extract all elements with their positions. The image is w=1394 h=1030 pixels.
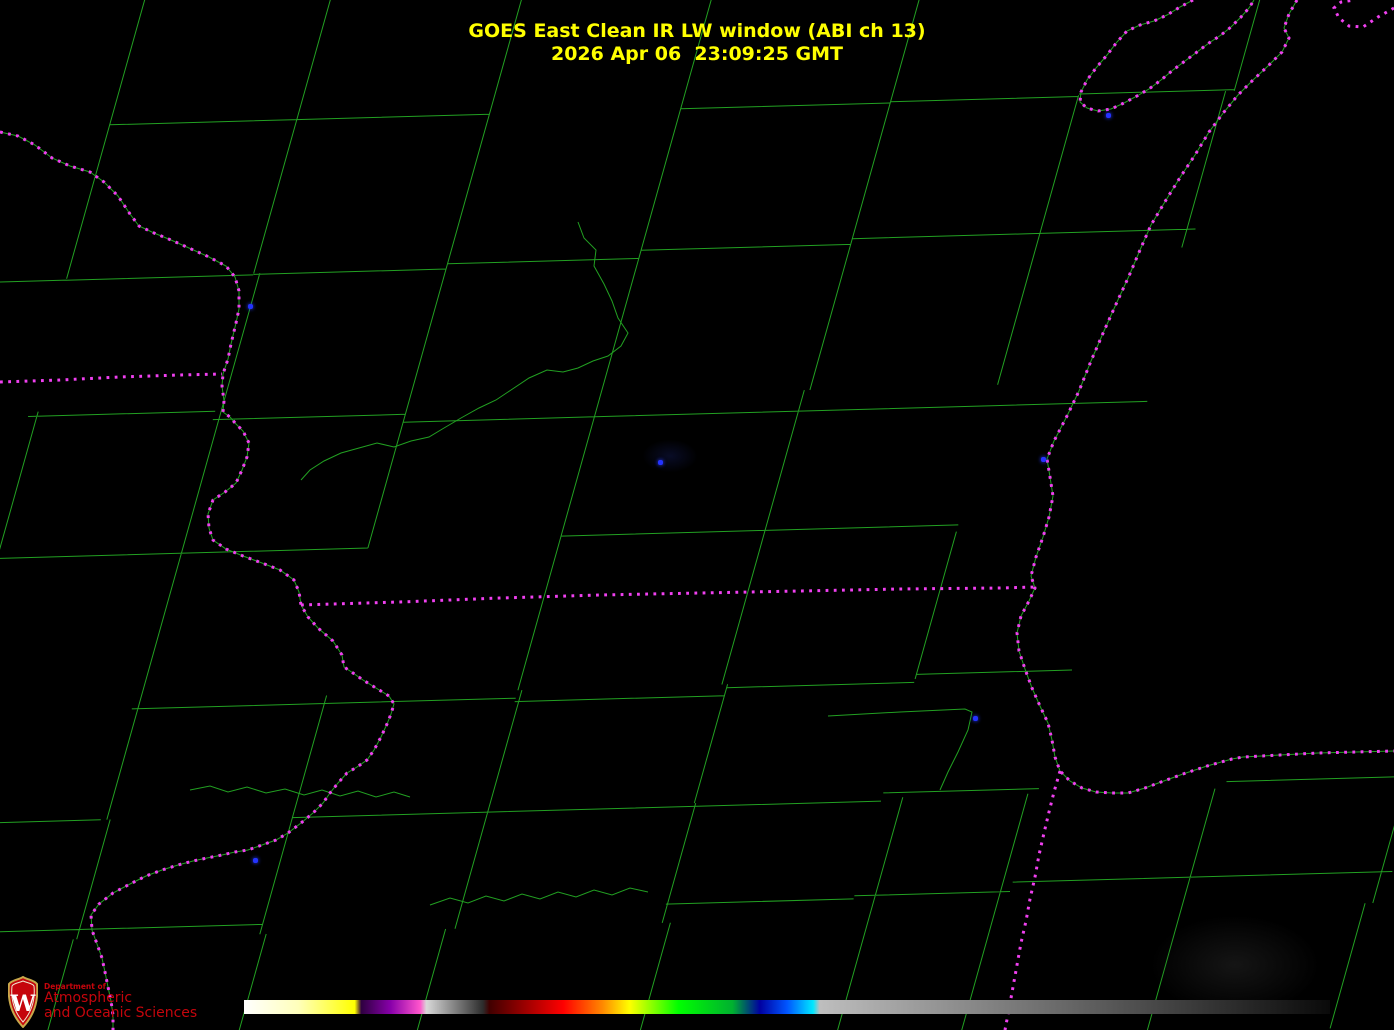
wisconsin-river	[300, 221, 629, 481]
mississippi-river	[0, 130, 396, 1030]
map-canvas	[0, 0, 1394, 1030]
il-in-border	[1003, 770, 1062, 1030]
lake-michigan-shore	[1015, 0, 1394, 795]
image-title: GOES East Clean IR LW window (ABI ch 13)…	[0, 20, 1394, 66]
mississippi-river-shoreline	[0, 131, 395, 1030]
satellite-image-viewer: GOES East Clean IR LW window (ABI ch 13)…	[0, 0, 1394, 1030]
station-dot-ORD	[973, 716, 978, 721]
county-mesh-lines	[0, 0, 1394, 1030]
mn-ia-border	[0, 372, 223, 384]
state-border-layer	[0, 0, 1394, 1030]
title-line-1: GOES East Clean IR LW window (ABI ch 13)	[468, 20, 926, 42]
ir-enhancement-colorbar	[244, 1000, 1330, 1014]
station-dot-MKE	[1041, 457, 1046, 462]
lake-michigan-shore-shoreline	[1016, 0, 1394, 794]
logo-name-line-2: and Oceanic Sciences	[44, 1005, 198, 1021]
crest-letter: W	[10, 991, 36, 1017]
station-dot-LSE	[248, 304, 253, 309]
logo-text: Department of Atmospheric and Oceanic Sc…	[44, 976, 197, 1021]
ord-county-line	[827, 708, 973, 791]
wi-il-border	[300, 585, 1037, 607]
uw-crest-icon: W	[8, 976, 38, 1028]
station-dot-GRB	[1106, 113, 1111, 118]
river-shoreline-layer	[0, 0, 1394, 1030]
logo-name-line-1: Atmospheric	[44, 990, 133, 1006]
station-dot-MSN	[658, 460, 663, 465]
uw-aos-logo: W Department of Atmospheric and Oceanic …	[8, 976, 197, 1028]
title-line-2: 2026 Apr 06 23:09:25 GMT	[550, 43, 844, 65]
county-boundaries-layer	[0, 0, 1394, 1030]
station-dot-MLI	[253, 858, 258, 863]
